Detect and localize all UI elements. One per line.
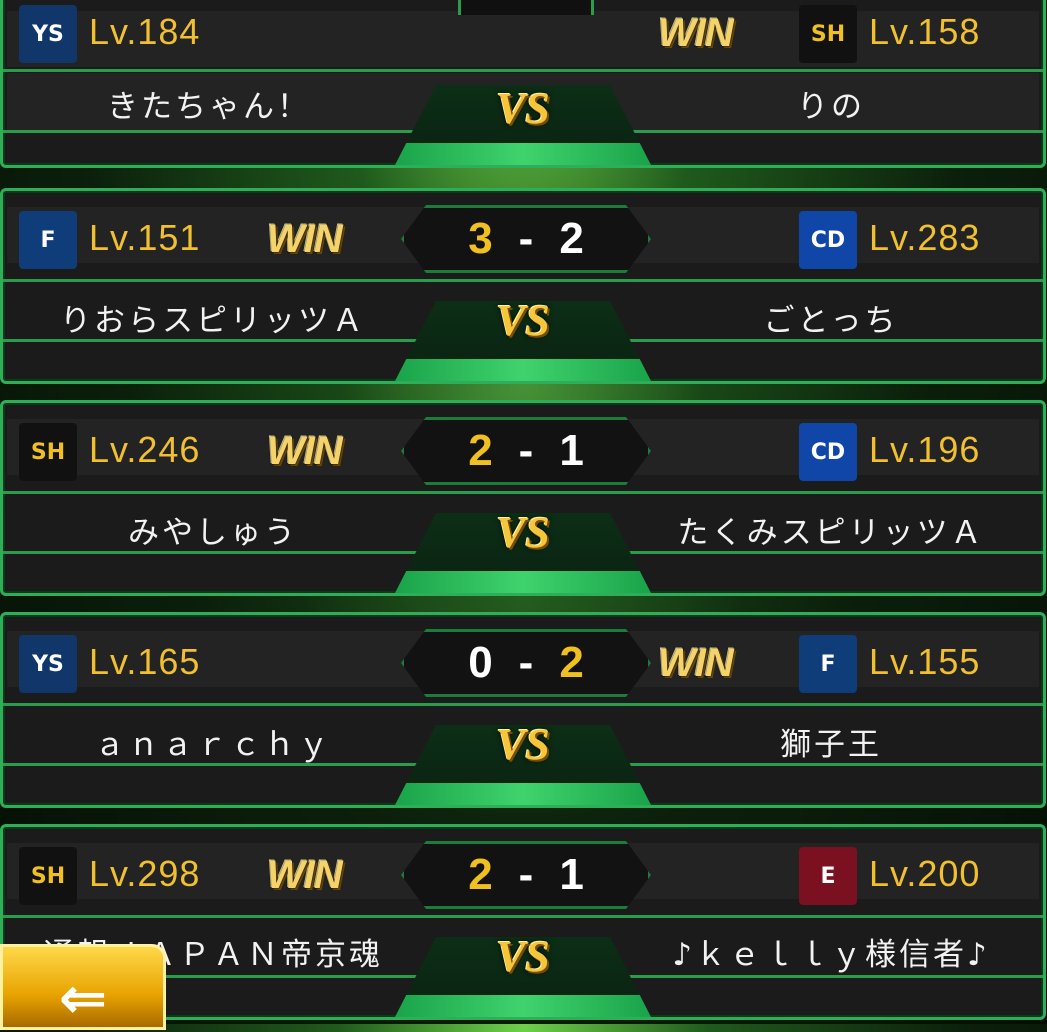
right-player-name: ♪ｋｅｌｌｙ様信者♪ <box>672 937 990 973</box>
right-score: 2 <box>559 214 584 263</box>
left-player-name: ａｎａｒｃｈｙ <box>94 727 332 763</box>
divider <box>3 491 1043 494</box>
team-logo-dragons-icon: CD <box>799 211 857 269</box>
team-logo-fighters-icon: F <box>19 211 77 269</box>
team-logo-fighters-icon: F <box>799 635 857 693</box>
back-arrow-icon: ⇐ <box>58 964 108 1032</box>
score-box: 3 - 2 <box>401 205 651 273</box>
win-badge-left: WIN <box>267 429 343 473</box>
right-player-name: 獅子王 <box>780 727 882 763</box>
score-box: 2 - 1 <box>401 417 651 485</box>
win-badge-right: WIN <box>658 641 734 685</box>
match-card-0[interactable]: YS Lv.184 WIN SH Lv.158 きたちゃん！ VS りの <box>0 0 1046 168</box>
team-logo-swallows-icon: YS <box>19 635 77 693</box>
left-level: Lv.151 <box>89 217 201 258</box>
match-card-3[interactable]: YS Lv.165 0 - 2 WIN F Lv.155 ａｎａｒｃｈｙ VS … <box>0 612 1046 808</box>
score-dash: - <box>518 850 534 899</box>
left-level: Lv.246 <box>89 429 201 470</box>
left-level: Lv.165 <box>89 641 201 682</box>
team-logo-dragons-icon: CD <box>799 423 857 481</box>
right-level: Lv.158 <box>869 11 981 52</box>
right-player-name: ごとっち <box>763 303 899 339</box>
right-score: 1 <box>559 850 584 899</box>
left-score: 3 <box>468 214 493 263</box>
score-box: 2 - 1 <box>401 841 651 909</box>
vs-label: VS <box>496 508 550 557</box>
right-level: Lv.155 <box>869 641 981 682</box>
team-logo-eagles-icon: E <box>799 847 857 905</box>
team-logo-hawks-icon: SH <box>19 847 77 905</box>
left-player-name: きたちゃん！ <box>107 89 311 125</box>
right-level: Lv.196 <box>869 429 981 470</box>
center-top-panel <box>458 0 594 15</box>
divider <box>3 279 1043 282</box>
team-logo-hawks-icon: SH <box>19 423 77 481</box>
vs-label: VS <box>496 296 550 345</box>
team-logo-hawks-icon: SH <box>799 5 857 63</box>
left-score: 2 <box>468 426 493 475</box>
left-level: Lv.184 <box>89 11 201 52</box>
divider <box>3 703 1043 706</box>
right-level: Lv.283 <box>869 217 981 258</box>
win-badge-right: WIN <box>658 11 734 55</box>
vs-label: VS <box>496 932 550 981</box>
right-score: 1 <box>559 426 584 475</box>
divider <box>3 69 1043 72</box>
win-badge-left: WIN <box>267 853 343 897</box>
vs-label: VS <box>496 720 550 769</box>
left-level: Lv.298 <box>89 853 201 894</box>
match-card-2[interactable]: SH Lv.246 WIN 2 - 1 CD Lv.196 みやしゅう VS た… <box>0 400 1046 596</box>
back-button[interactable]: ⇐ <box>0 944 166 1030</box>
right-player-name: りの <box>797 89 865 125</box>
win-badge-left: WIN <box>267 217 343 261</box>
score-dash: - <box>518 638 534 687</box>
score-dash: - <box>518 426 534 475</box>
right-player-name: たくみスピリッツＡ <box>677 515 985 551</box>
right-score: 2 <box>559 638 584 687</box>
right-level: Lv.200 <box>869 853 981 894</box>
team-logo-swallows-icon: YS <box>19 5 77 63</box>
left-score: 2 <box>468 850 493 899</box>
left-score: 0 <box>468 638 493 687</box>
match-card-1[interactable]: F Lv.151 WIN 3 - 2 CD Lv.283 りおらスピリッツＡ V… <box>0 188 1046 384</box>
score-box: 0 - 2 <box>401 629 651 697</box>
left-player-name: りおらスピリッツＡ <box>60 303 366 339</box>
divider <box>3 915 1043 918</box>
left-player-name: みやしゅう <box>128 515 298 551</box>
score-dash: - <box>518 214 534 263</box>
vs-label: VS <box>496 84 550 133</box>
